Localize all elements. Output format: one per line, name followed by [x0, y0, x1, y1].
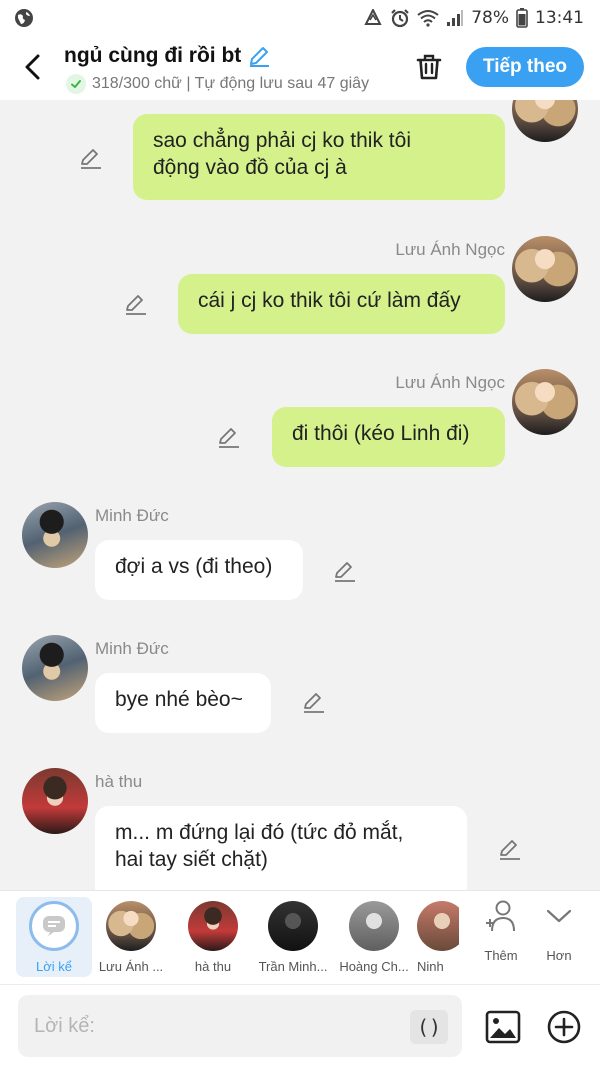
recycle-icon: [364, 9, 382, 25]
author-name: Minh Đức: [95, 506, 169, 525]
add-person-icon: [486, 900, 515, 932]
message-bubble[interactable]: sao chẳng phải cj ko thik tôi động vào đ…: [133, 114, 505, 200]
avatar[interactable]: [22, 502, 88, 568]
character-label: Ninh: [417, 959, 444, 974]
character-tran-minh[interactable]: Trần Minh...: [255, 897, 331, 977]
composer: (): [0, 984, 600, 1067]
title-row[interactable]: ngủ cùng đi rồi bt: [64, 44, 271, 68]
character-label: Hoàng Ch...: [339, 959, 409, 974]
signal-icon: [447, 10, 464, 26]
avatar[interactable]: [22, 768, 88, 834]
character-selector: Lời kể Lưu Ánh ... hà thu Trần Minh... H…: [0, 890, 600, 984]
character-label: Trần Minh...: [258, 959, 328, 974]
character-label: Lưu Ánh ...: [98, 959, 164, 974]
author-name: Lưu Ánh Ngọc: [395, 240, 505, 259]
wifi-icon: [417, 10, 439, 27]
back-button[interactable]: [18, 52, 48, 82]
avatar[interactable]: [512, 369, 578, 435]
chevron-down-icon: [546, 909, 572, 923]
parentheses-button[interactable]: (): [410, 1010, 448, 1044]
edit-icon[interactable]: [79, 146, 103, 170]
message-bubble[interactable]: đợi a vs (đi theo): [95, 540, 303, 600]
avatar: [188, 901, 238, 951]
status-bar: 78% 13:41: [0, 0, 600, 36]
message-bubble[interactable]: m... m đứng lại đó (tức đỏ mắt, hai tay …: [95, 806, 467, 890]
avatar: [417, 901, 459, 951]
edit-icon[interactable]: [333, 559, 357, 583]
character-luu-anh-ngoc[interactable]: Lưu Ánh ...: [93, 897, 169, 977]
message-input[interactable]: [18, 995, 462, 1057]
chat-area[interactable]: sao chẳng phải cj ko thik tôi động vào đ…: [0, 100, 600, 890]
next-button[interactable]: Tiếp theo: [466, 47, 584, 87]
edit-icon[interactable]: [124, 292, 148, 316]
author-name: Minh Đức: [95, 639, 169, 658]
avatar[interactable]: [22, 635, 88, 701]
message-bubble[interactable]: cái j cj ko thik tôi cứ làm đấy: [178, 274, 505, 334]
globe-icon: [15, 9, 33, 27]
delete-button[interactable]: [413, 51, 445, 83]
narrator-icon: [29, 901, 79, 951]
character-ninh[interactable]: Ninh: [417, 897, 459, 977]
edit-icon[interactable]: [498, 837, 522, 861]
avatar[interactable]: [512, 100, 578, 142]
avatar: [106, 901, 156, 951]
pencil-icon[interactable]: [247, 44, 271, 68]
character-hoang-ch[interactable]: Hoàng Ch...: [336, 897, 412, 977]
character-label: Lời kể: [36, 959, 72, 974]
avatar: [268, 901, 318, 951]
trash-icon: [416, 54, 442, 80]
plus-circle-icon: [547, 1010, 581, 1044]
avatar: [349, 901, 399, 951]
word-count-autosave: 318/300 chữ | Tự động lưu sau 47 giây: [92, 75, 370, 92]
author-name: hà thu: [95, 772, 143, 791]
author-name: Lưu Ánh Ngọc: [395, 373, 505, 392]
clock: 13:41: [535, 8, 584, 28]
check-icon: [66, 74, 86, 94]
story-title: ngủ cùng đi rồi bt: [64, 44, 242, 67]
add-button[interactable]: [546, 1009, 582, 1045]
battery-percent: 78%: [471, 8, 509, 28]
more-label: Hơn: [546, 948, 572, 963]
character-label: hà thu: [194, 959, 232, 974]
character-ha-thu[interactable]: hà thu: [175, 897, 251, 977]
message-bubble[interactable]: bye nhé bèo~: [95, 673, 271, 733]
message-bubble[interactable]: đi thôi (kéo Linh đi): [272, 407, 505, 467]
edit-icon[interactable]: [217, 425, 241, 449]
chevron-left-icon: [25, 54, 40, 80]
top-bar: ngủ cùng đi rồi bt 318/300 chữ | Tự động…: [0, 36, 600, 100]
avatar[interactable]: [512, 236, 578, 302]
alarm-icon: [391, 9, 409, 28]
edit-icon[interactable]: [302, 690, 326, 714]
more-button[interactable]: Hơn: [531, 899, 587, 963]
character-narrator[interactable]: Lời kể: [16, 897, 92, 977]
image-icon: [485, 1010, 521, 1044]
save-status: 318/300 chữ | Tự động lưu sau 47 giây: [66, 74, 392, 94]
image-button[interactable]: [484, 1009, 522, 1045]
add-character-button[interactable]: Thêm: [473, 899, 529, 963]
battery-icon: [516, 8, 528, 28]
add-label: Thêm: [484, 948, 518, 963]
